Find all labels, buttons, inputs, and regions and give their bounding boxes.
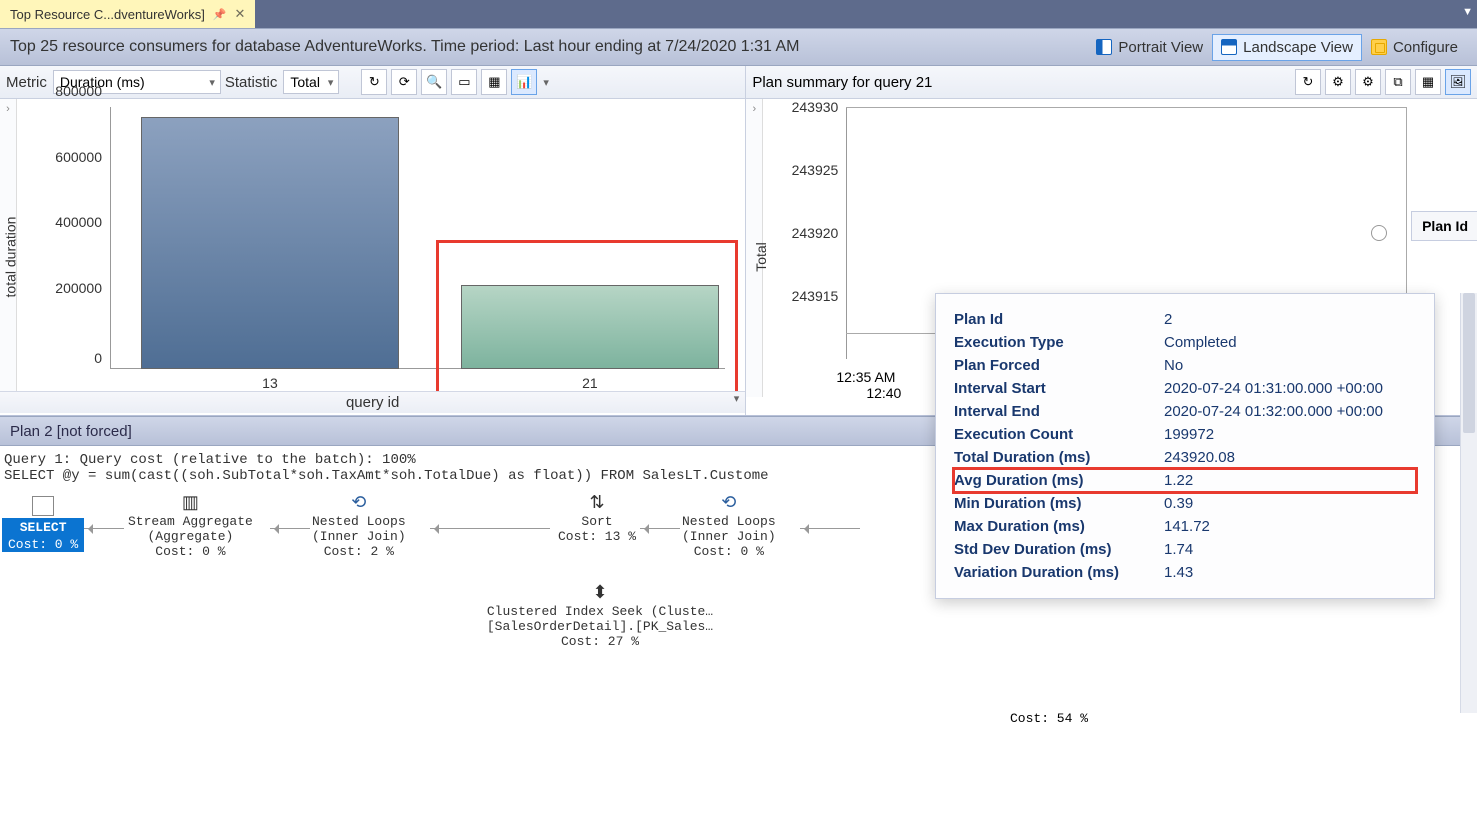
unforce-plan-button[interactable]: ⚙ (1355, 69, 1381, 95)
scrollbar-thumb[interactable] (1463, 293, 1475, 433)
chart-view-button[interactable]: 🖼 (1445, 69, 1471, 95)
tooltip-row: Std Dev Duration (ms)1.74 (954, 538, 1416, 561)
refresh-button[interactable]: ↻ (1295, 69, 1321, 95)
aggregate-icon (179, 492, 201, 512)
auto-refresh-button[interactable]: ⟳ (391, 69, 417, 95)
header-bar: Top 25 resource consumers for database A… (0, 28, 1477, 66)
left-pane: Metric Duration (ms) Statistic Total ↻ ⟳… (0, 66, 746, 415)
x-tick: 12:40 (866, 385, 901, 401)
bar-query-13[interactable] (141, 117, 399, 369)
track-query-button[interactable]: 🔍 (421, 69, 447, 95)
tooltip-row: Max Duration (ms)141.72 (954, 515, 1416, 538)
statistic-select[interactable]: Total (283, 70, 339, 94)
tooltip-row: Min Duration (ms)0.39 (954, 492, 1416, 515)
nested-loops-icon (348, 492, 370, 512)
left-toolbar: Metric Duration (ms) Statistic Total ↻ ⟳… (0, 66, 745, 99)
document-tab-title: Top Resource C...dventureWorks] (10, 7, 205, 22)
landscape-view-button[interactable]: Landscape View (1212, 34, 1362, 61)
toolbar-overflow-icon[interactable]: ▾ (543, 76, 549, 89)
plan-summary-title: Plan summary for query 21 (752, 74, 932, 91)
nested-loops-icon (718, 492, 740, 512)
configure-button[interactable]: Configure (1362, 34, 1467, 61)
tooltip-row: Execution TypeCompleted (954, 331, 1416, 354)
portrait-icon (1096, 39, 1112, 55)
x-tick: 12:35 AM (836, 369, 895, 385)
tooltip-row: Execution Count199972 (954, 423, 1416, 446)
tooltip-row: Plan Id2 (954, 308, 1416, 331)
tooltip-row: Interval End2020-07-24 01:32:00.000 +00:… (954, 400, 1416, 423)
tab-bar: Top Resource C...dventureWorks] 📌 ✕ ▼ (0, 0, 1477, 28)
close-icon[interactable]: ✕ (235, 6, 246, 22)
chevron-down-icon[interactable]: ▾ (734, 388, 740, 410)
tooltip-row: Total Duration (ms)243920.08 (954, 446, 1416, 469)
right-toolbar: Plan summary for query 21 ↻ ⚙ ⚙ ⧉ ▦ 🖼 (746, 66, 1477, 99)
force-plan-button[interactable]: ⚙ (1325, 69, 1351, 95)
detail-view-button[interactable]: ▭ (451, 69, 477, 95)
document-tab[interactable]: Top Resource C...dventureWorks] 📌 ✕ (0, 0, 255, 28)
compare-plans-button[interactable]: ⧉ (1385, 69, 1411, 95)
grid-view-button[interactable]: ▦ (481, 69, 507, 95)
select-node[interactable]: SELECT (2, 518, 84, 537)
y-axis-label: Total (753, 242, 769, 272)
chart-view-button[interactable]: 📊 (511, 69, 537, 95)
cost-54-label: Cost: 54 % (1010, 711, 1088, 726)
tooltip-row: Plan ForcedNo (954, 354, 1416, 377)
pin-icon[interactable]: 📌 (213, 8, 227, 21)
landscape-icon (1221, 39, 1237, 55)
statistic-label: Statistic (225, 74, 278, 91)
left-chart[interactable]: › total duration 0 200000 400000 600000 … (0, 99, 745, 415)
plan-point[interactable] (1371, 225, 1387, 241)
sort-icon (586, 492, 608, 512)
tabbar-dropdown-icon[interactable]: ▼ (1462, 6, 1473, 18)
bar-plot[interactable]: 0 200000 400000 600000 800000 13 21 (110, 107, 725, 369)
page-title: Top 25 resource consumers for database A… (10, 38, 800, 56)
plan-tooltip: Plan Id2Execution TypeCompletedPlan Forc… (935, 293, 1435, 599)
tooltip-row: Variation Duration (ms)1.43 (954, 561, 1416, 584)
x-tick: 21 (582, 375, 598, 391)
x-axis-label: query id▾ (0, 391, 745, 413)
gear-icon (1371, 39, 1387, 55)
legend-plan-id[interactable]: Plan Id (1411, 211, 1477, 241)
grid-view-button[interactable]: ▦ (1415, 69, 1441, 95)
vertical-scrollbar[interactable] (1460, 293, 1477, 713)
tooltip-row: Avg Duration (ms)1.22 (954, 469, 1416, 492)
table-icon (32, 496, 54, 516)
tooltip-row: Interval Start2020-07-24 01:31:00.000 +0… (954, 377, 1416, 400)
y-axis-label: total duration (2, 217, 18, 298)
index-seek-icon (589, 582, 611, 602)
portrait-view-button[interactable]: Portrait View (1087, 34, 1212, 61)
refresh-button[interactable]: ↻ (361, 69, 387, 95)
bar-query-21[interactable] (461, 285, 719, 369)
x-tick: 13 (262, 375, 278, 391)
